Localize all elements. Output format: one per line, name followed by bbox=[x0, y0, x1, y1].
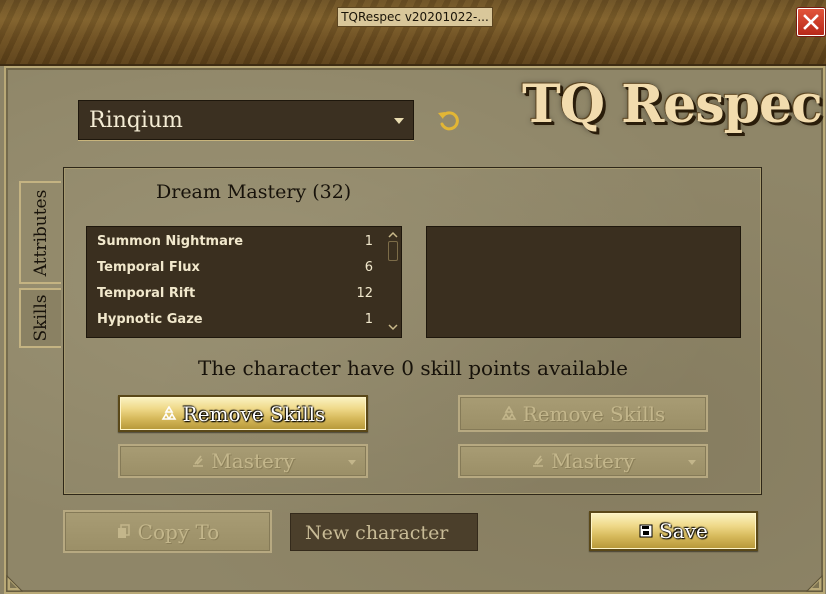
tab-attributes-label: Attributes bbox=[31, 189, 51, 276]
save-label: Save bbox=[659, 519, 708, 543]
skill-name: Temporal Flux bbox=[97, 260, 200, 275]
save-button[interactable]: Save bbox=[589, 511, 758, 551]
skill-value: 1 bbox=[364, 234, 373, 249]
mastery-dropdown-label: Mastery bbox=[211, 449, 295, 473]
remove-skills-button[interactable]: Remove Skills bbox=[118, 395, 368, 432]
mastery-title: Dream Mastery (32) bbox=[156, 181, 352, 203]
character-select-value: Rinqium bbox=[89, 108, 183, 133]
mastery-dropdown-label: Mastery bbox=[551, 449, 635, 473]
skill-points-status: The character have 0 skill points availa… bbox=[198, 356, 628, 380]
skill-value: 6 bbox=[364, 260, 373, 275]
list-item[interactable]: Temporal Rift 12 bbox=[97, 281, 377, 307]
skill-list[interactable]: Summon Nightmare 1 Temporal Flux 6 Tempo… bbox=[86, 226, 402, 338]
mastery-icon bbox=[531, 454, 545, 468]
scrollbar-thumb[interactable] bbox=[388, 241, 398, 261]
chevron-down-icon[interactable] bbox=[387, 323, 399, 331]
reset-icon[interactable] bbox=[436, 108, 460, 132]
list-item[interactable]: Temporal Flux 6 bbox=[97, 255, 377, 281]
app-logo: TQ Respec bbox=[522, 74, 823, 135]
copy-to-button[interactable]: Copy To bbox=[63, 510, 272, 553]
title-bar: TQRespec v20201022-... bbox=[0, 0, 826, 66]
skill-value: 1 bbox=[364, 312, 373, 327]
corner-ornament-icon bbox=[805, 574, 823, 592]
skill-detail-box bbox=[426, 226, 741, 338]
tab-skills-label: Skills bbox=[31, 294, 51, 342]
skill-name: Summon Nightmare bbox=[97, 234, 244, 249]
list-scrollbar[interactable] bbox=[387, 231, 399, 331]
mastery-icon bbox=[191, 454, 205, 468]
remove-skills-label: Remove Skills bbox=[522, 401, 666, 426]
corner-ornament-icon bbox=[6, 574, 24, 592]
character-select[interactable]: Rinqium bbox=[78, 100, 414, 140]
copy-to-label: Copy To bbox=[137, 519, 220, 544]
tab-skills[interactable]: Skills bbox=[19, 288, 61, 348]
close-button[interactable] bbox=[797, 8, 825, 36]
copy-icon bbox=[116, 523, 132, 540]
remove-skills-button-secondary[interactable]: Remove Skills bbox=[458, 395, 708, 432]
window-title: TQRespec v20201022-... bbox=[337, 7, 493, 27]
remove-skills-label: Remove Skills bbox=[182, 401, 326, 426]
mastery-dropdown-secondary[interactable]: Mastery bbox=[458, 444, 708, 478]
recycle-icon bbox=[161, 405, 177, 422]
chevron-down-icon bbox=[394, 118, 404, 124]
close-icon bbox=[803, 14, 819, 30]
skill-name: Temporal Rift bbox=[97, 286, 196, 301]
skill-value: 12 bbox=[356, 286, 373, 301]
list-item[interactable]: Hypnotic Gaze 1 bbox=[97, 307, 377, 333]
skill-name: Hypnotic Gaze bbox=[97, 312, 203, 327]
tab-attributes[interactable]: Attributes bbox=[19, 181, 61, 284]
chevron-up-icon[interactable] bbox=[387, 231, 399, 239]
save-icon bbox=[639, 524, 653, 538]
list-item[interactable]: Summon Nightmare 1 bbox=[97, 229, 377, 255]
mastery-dropdown[interactable]: Mastery bbox=[118, 444, 368, 478]
recycle-icon bbox=[501, 405, 517, 422]
chevron-down-icon bbox=[688, 460, 696, 465]
chevron-down-icon bbox=[348, 460, 356, 465]
new-character-input[interactable]: New character bbox=[290, 513, 478, 551]
